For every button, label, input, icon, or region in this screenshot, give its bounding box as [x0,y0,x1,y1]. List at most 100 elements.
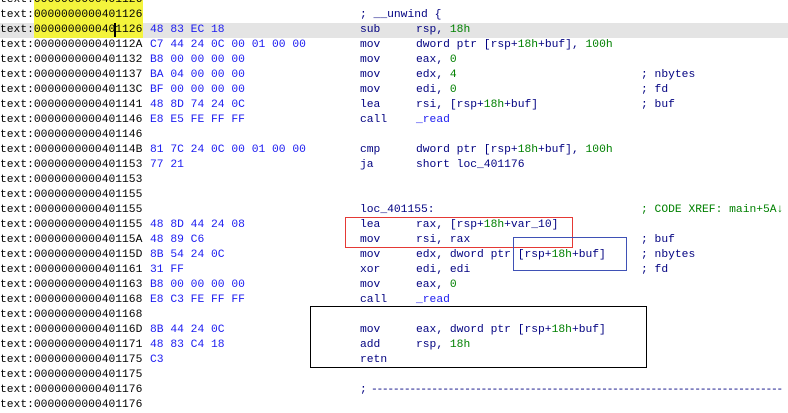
operands[interactable]: dword ptr [rsp+18h+buf], 100h [416,143,613,158]
address[interactable]: text:0000000000401155 [0,218,142,233]
listing-row[interactable]: text:000000000040115D 8B 54 24 0C mov edx, … [0,248,788,263]
listing-row[interactable]: text:0000000000401146 E8 E5 FE FF FF call _… [0,113,788,128]
address[interactable]: text:0000000000401137 [0,68,142,83]
mnemonic: call [360,114,388,126]
listing-row[interactable]: text:0000000000401126 48 83 EC 18 sub rsp, … [0,23,788,38]
address[interactable]: text:0000000000401146 [0,113,142,128]
mnemonic: sub [360,24,381,36]
operands[interactable]: eax, 0 [416,53,457,68]
opcode-bytes: B8 00 00 00 00 [150,279,245,291]
opcode-bytes: 77 21 [150,159,184,171]
listing-row[interactable]: text:0000000000401132 B8 00 00 00 00 mov ea… [0,53,788,68]
address[interactable]: text:000000000040115A [0,233,142,248]
operands[interactable]: edx, 4 [416,68,457,83]
mnemonic: ja [360,159,374,171]
address[interactable]: text:0000000000401176 [0,398,142,413]
text-cursor [114,23,116,37]
operands[interactable]: edi, edi [416,263,470,278]
listing-row[interactable]: text:0000000000401153 77 21 ja short loc_40… [0,158,788,173]
opcode-bytes: B8 00 00 00 00 [150,54,245,66]
operands[interactable]: _read [416,113,450,128]
address[interactable]: text:000000000040116D [0,323,142,338]
listing-row[interactable]: text:0000000000401153 [0,173,788,188]
operands[interactable]: rsp, 18h [416,23,470,38]
address[interactable]: text:0000000000401146 [0,128,142,143]
opcode-bytes: 31 FF [150,264,184,276]
mnemonic: xor [360,264,381,276]
opcode-bytes: 48 8D 44 24 08 [150,219,245,231]
listing-row[interactable]: text:000000000040114B 81 7C 24 0C 00 01 0… [0,143,788,158]
listing-row[interactable]: text:0000000000401161 31 FF xor edi, edi ; f… [0,263,788,278]
mnemonic: mov [360,249,381,261]
listing-row[interactable]: text:0000000000401146 [0,128,788,143]
opcode-bytes: 48 8D 74 24 0C [150,99,245,111]
opcode-bytes: 81 7C 24 0C 00 01 00 00 [150,144,306,156]
listing-row[interactable]: text:0000000000401126 [0,0,788,8]
listing-row[interactable]: text:0000000000401155 loc_401155: ; CODE X… [0,203,788,218]
address[interactable]: text:0000000000401168 [0,308,142,323]
address[interactable]: text:0000000000401171 [0,338,142,353]
address[interactable]: text:0000000000401168 [0,293,142,308]
label[interactable]: ; __unwind { [360,8,441,23]
address[interactable]: text:0000000000401155 [0,188,142,203]
listing-row[interactable]: text:0000000000401163 B8 00 00 00 00 mov ea… [0,278,788,293]
address[interactable]: text:0000000000401126 [0,0,142,8]
operands[interactable]: dword ptr [rsp+18h+buf], 100h [416,38,613,53]
mnemonic: mov [360,54,381,66]
mnemonic: cmp [360,144,381,156]
operands[interactable]: rsi, [rsp+18h+buf] [416,98,538,113]
listing-row[interactable]: text:0000000000401176 ; -----------------… [0,383,788,398]
listing-row[interactable]: text:0000000000401155 [0,188,788,203]
opcode-bytes: BA 04 00 00 00 [150,69,245,81]
address[interactable]: text:0000000000401163 [0,278,142,293]
address[interactable]: text:0000000000401161 [0,263,142,278]
address[interactable]: text:000000000040112A [0,38,142,53]
listing-row[interactable]: text:0000000000401176 [0,398,788,413]
address[interactable]: text:0000000000401155 [0,203,142,218]
mnemonic: mov [360,69,381,81]
opcode-bytes: C7 44 24 0C 00 01 00 00 [150,39,306,51]
mnemonic: mov [360,39,381,51]
opcode-bytes: 8B 54 24 0C [150,249,225,261]
listing-row[interactable]: text:0000000000401141 48 8D 74 24 0C lea rs… [0,98,788,113]
address[interactable]: text:0000000000401153 [0,173,142,188]
opcode-bytes: E8 C3 FE FF FF [150,294,245,306]
address[interactable]: text:0000000000401141 [0,98,142,113]
listing-row[interactable]: text:0000000000401137 BA 04 00 00 00 mov ed… [0,68,788,83]
listing-row[interactable]: text:000000000040113C BF 00 00 00 00 mov ed… [0,83,788,98]
comment: ; fd [641,264,669,276]
operands[interactable]: edi, 0 [416,83,457,98]
address[interactable]: text:0000000000401153 [0,158,142,173]
mnemonic: lea [360,99,381,111]
listing-row[interactable]: text:0000000000401175 [0,368,788,383]
comment: ; buf [641,234,675,246]
listing-row[interactable]: text:0000000000401126 ; __unwind { [0,8,788,23]
opcode-bytes: C3 [150,354,164,366]
mnemonic: mov [360,84,381,96]
address[interactable]: text:0000000000401126 [0,23,142,38]
address[interactable]: text:0000000000401126 [0,8,142,23]
opcode-bytes: BF 00 00 00 00 [150,84,245,96]
opcode-bytes: 48 83 C4 18 [150,339,225,351]
address[interactable]: text:000000000040115D [0,248,142,263]
opcode-bytes: 48 89 C6 [150,234,205,246]
address[interactable]: text:0000000000401176 [0,383,142,398]
comment: ; CODE XREF: main+5A↓ [641,204,784,216]
blue-annotation-box [513,237,627,271]
black-annotation-box [310,306,647,368]
comment: ; nbytes [641,69,696,81]
comment: ; nbytes [641,249,696,261]
address[interactable]: text:0000000000401175 [0,353,142,368]
listing-row[interactable]: text:000000000040112A C7 44 24 0C 00 01 0… [0,38,788,53]
opcode-bytes: 8B 44 24 0C [150,324,225,336]
address[interactable]: text:000000000040114B [0,143,142,158]
label[interactable]: loc_401155: [360,203,435,218]
operands[interactable]: eax, 0 [416,278,457,293]
comment: ; buf [641,99,675,111]
comment: ; fd [641,84,669,96]
operands[interactable]: short loc_401176 [416,158,524,173]
address[interactable]: text:000000000040113C [0,83,142,98]
address[interactable]: text:0000000000401132 [0,53,142,68]
label[interactable]: ; --------------------------------------… [360,383,783,398]
address[interactable]: text:0000000000401175 [0,368,142,383]
